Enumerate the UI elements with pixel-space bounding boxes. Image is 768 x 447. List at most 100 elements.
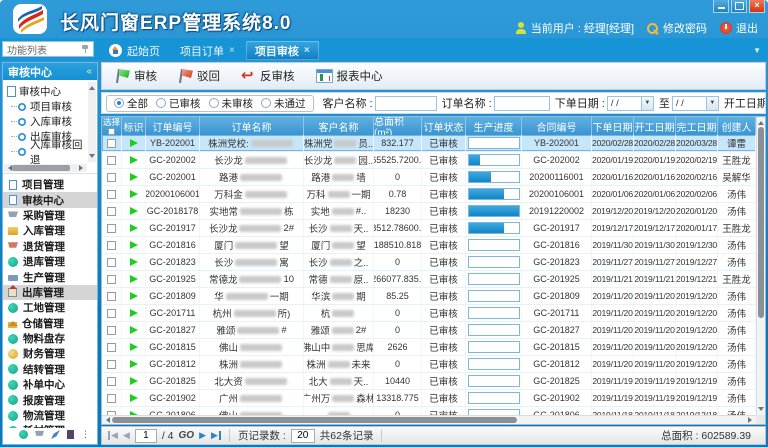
sidebar-menu-item[interactable]: 项目管理 [3, 177, 97, 192]
column-header-start-date[interactable]: 开工日期 [634, 117, 676, 135]
column-header-creator[interactable]: 创建人 [718, 117, 756, 135]
row-checkbox[interactable] [107, 139, 116, 148]
cart-icon[interactable] [35, 430, 44, 439]
row-checkbox[interactable] [107, 326, 116, 335]
tab-project-review[interactable]: 项目审核 × [246, 41, 319, 60]
calendar-dropdown-icon[interactable]: ▼ [641, 97, 653, 110]
sidebar-menu-item[interactable]: 补单中心 [3, 377, 97, 392]
previous-page-button[interactable]: ◀ [123, 431, 130, 440]
table-row[interactable]: GC-201816 厦门 望 厦门 望 [102, 237, 756, 254]
row-checkbox[interactable] [107, 377, 116, 386]
table-row[interactable]: 20200106001 万科金 万科 一期 [102, 186, 756, 203]
column-header-order-name[interactable]: 订单名称 [200, 117, 304, 135]
customer-name-input[interactable] [375, 96, 437, 111]
scroll-down-icon[interactable] [89, 154, 95, 161]
toolbar-button[interactable]: 报表中心 [309, 66, 390, 86]
table-horizontal-scrollbar[interactable] [102, 415, 756, 424]
status-radio[interactable]: 已审核 [156, 96, 201, 111]
column-header-progress[interactable]: 生产进度 [466, 117, 522, 135]
sidebar-menu-item[interactable]: 退货管理 [3, 239, 97, 254]
last-page-button[interactable]: ▶ [211, 431, 221, 440]
toolbar-button[interactable]: 审核 [108, 66, 164, 86]
tree-item[interactable]: 入库审核回退 [18, 144, 86, 159]
sidebar-menu-item[interactable]: 报废管理 [3, 392, 97, 407]
function-list-box[interactable]: 功能列表 [2, 41, 94, 57]
sidebar-menu-item[interactable]: 仓储管理 [3, 316, 97, 331]
go-button[interactable]: GO [179, 430, 195, 441]
scrollbar-thumb[interactable] [12, 165, 70, 171]
more-options-icon[interactable]: ⋮ [81, 430, 90, 439]
order-date-end-picker[interactable]: / / ▼ [672, 96, 719, 111]
tree-vertical-scrollbar[interactable] [88, 82, 96, 162]
tree-root-node[interactable]: 审核中心 [7, 84, 86, 99]
column-header-finish-date[interactable]: 完工日期 [676, 117, 718, 135]
sidebar-menu-item[interactable]: 采购管理 [3, 208, 97, 223]
calendar-dropdown-icon[interactable]: ▼ [706, 97, 718, 110]
logout-button[interactable]: 退出 [720, 20, 758, 36]
scroll-right-icon[interactable] [79, 165, 86, 171]
maximize-button[interactable] [731, 0, 747, 13]
row-checkbox[interactable] [107, 224, 116, 233]
page-number-input[interactable] [135, 429, 157, 443]
table-row[interactable]: GC-201925 常德龙 10 常德 原.. [102, 271, 756, 288]
pen-icon[interactable] [51, 430, 60, 439]
sidebar-menu-item[interactable]: 审核中心 [3, 192, 97, 207]
row-checkbox[interactable] [107, 309, 116, 318]
radio-icon[interactable] [156, 98, 166, 108]
sidebar-menu-item[interactable]: 结转管理 [3, 362, 97, 377]
scroll-left-icon[interactable] [103, 417, 110, 423]
table-row[interactable]: YB-202001 株洲党校: 株洲党 员.. [102, 135, 756, 152]
column-header-order-no[interactable]: 订单编号 [146, 117, 200, 135]
table-row[interactable]: GC-201917 长沙龙 2# 长沙 天.. [102, 220, 756, 237]
radio-icon[interactable] [114, 98, 124, 108]
column-header-select[interactable]: 选择 [102, 117, 122, 135]
column-header-flag[interactable]: 标识 [122, 117, 146, 135]
table-row[interactable]: GC-201825 北大资 北大 天.. [102, 373, 756, 390]
status-radio[interactable]: 未审核 [209, 96, 254, 111]
column-header-order-date[interactable]: 下单日期 [592, 117, 634, 135]
pin-icon[interactable] [81, 44, 89, 54]
order-name-input[interactable] [494, 96, 550, 111]
scrollbar-thumb[interactable] [758, 127, 764, 318]
table-row[interactable]: GC-202002 长沙龙 长沙龙 园.. [102, 152, 756, 169]
sidebar-menu-item[interactable]: 工地管理 [3, 300, 97, 315]
row-checkbox[interactable] [107, 258, 116, 267]
scroll-up-icon[interactable] [758, 118, 764, 125]
status-radio[interactable]: 全部 [114, 96, 148, 111]
first-page-button[interactable]: ◀ [108, 431, 118, 440]
tab-project-orders[interactable]: 项目订单 × [171, 41, 244, 60]
scroll-up-icon[interactable] [89, 83, 95, 90]
sidebar-menu-item[interactable]: 出库管理 [3, 285, 97, 300]
order-date-picker[interactable]: / / ▼ [607, 96, 654, 111]
scrollbar-thumb[interactable] [112, 417, 517, 423]
document-icon[interactable] [67, 430, 74, 439]
table-row[interactable]: GC-201827 雅颂 # 雅颂 2# [102, 322, 756, 339]
table-row[interactable]: GC-201815 佛山 佛山中 思库 [102, 339, 756, 356]
tab-close-icon[interactable]: × [229, 45, 235, 56]
column-header-area[interactable]: 总面积(m²) [374, 117, 422, 135]
scroll-right-icon[interactable] [748, 417, 755, 423]
sidebar-menu-item[interactable]: 财务管理 [3, 346, 97, 361]
tree-horizontal-scrollbar[interactable] [4, 164, 87, 172]
table-row[interactable]: GC-202001 路港 路港 墙 [102, 169, 756, 186]
row-checkbox[interactable] [107, 292, 116, 301]
radio-icon[interactable] [261, 98, 271, 108]
sidebar-menu-item[interactable]: 生产管理 [3, 269, 97, 284]
row-checkbox[interactable] [107, 190, 116, 199]
row-checkbox[interactable] [107, 207, 116, 216]
scroll-left-icon[interactable] [5, 165, 12, 171]
row-checkbox[interactable] [107, 360, 116, 369]
tab-start-page[interactable]: 起始页 [100, 41, 169, 60]
close-button[interactable]: × [749, 0, 765, 13]
row-checkbox[interactable] [107, 241, 116, 250]
row-checkbox[interactable] [107, 173, 116, 182]
minimize-button[interactable] [713, 0, 729, 13]
row-checkbox[interactable] [107, 156, 116, 165]
tree-item[interactable]: 入库审核 [18, 114, 86, 129]
column-header-customer[interactable]: 客户名称 [304, 117, 374, 135]
dot-icon[interactable] [19, 430, 28, 439]
collapse-panel-icon[interactable]: « [86, 66, 92, 77]
table-row[interactable]: GC-201812 株洲 株洲 未来 [102, 356, 756, 373]
row-checkbox[interactable] [107, 343, 116, 352]
table-row[interactable]: GC-201902 广州 广州万 森林 [102, 390, 756, 407]
